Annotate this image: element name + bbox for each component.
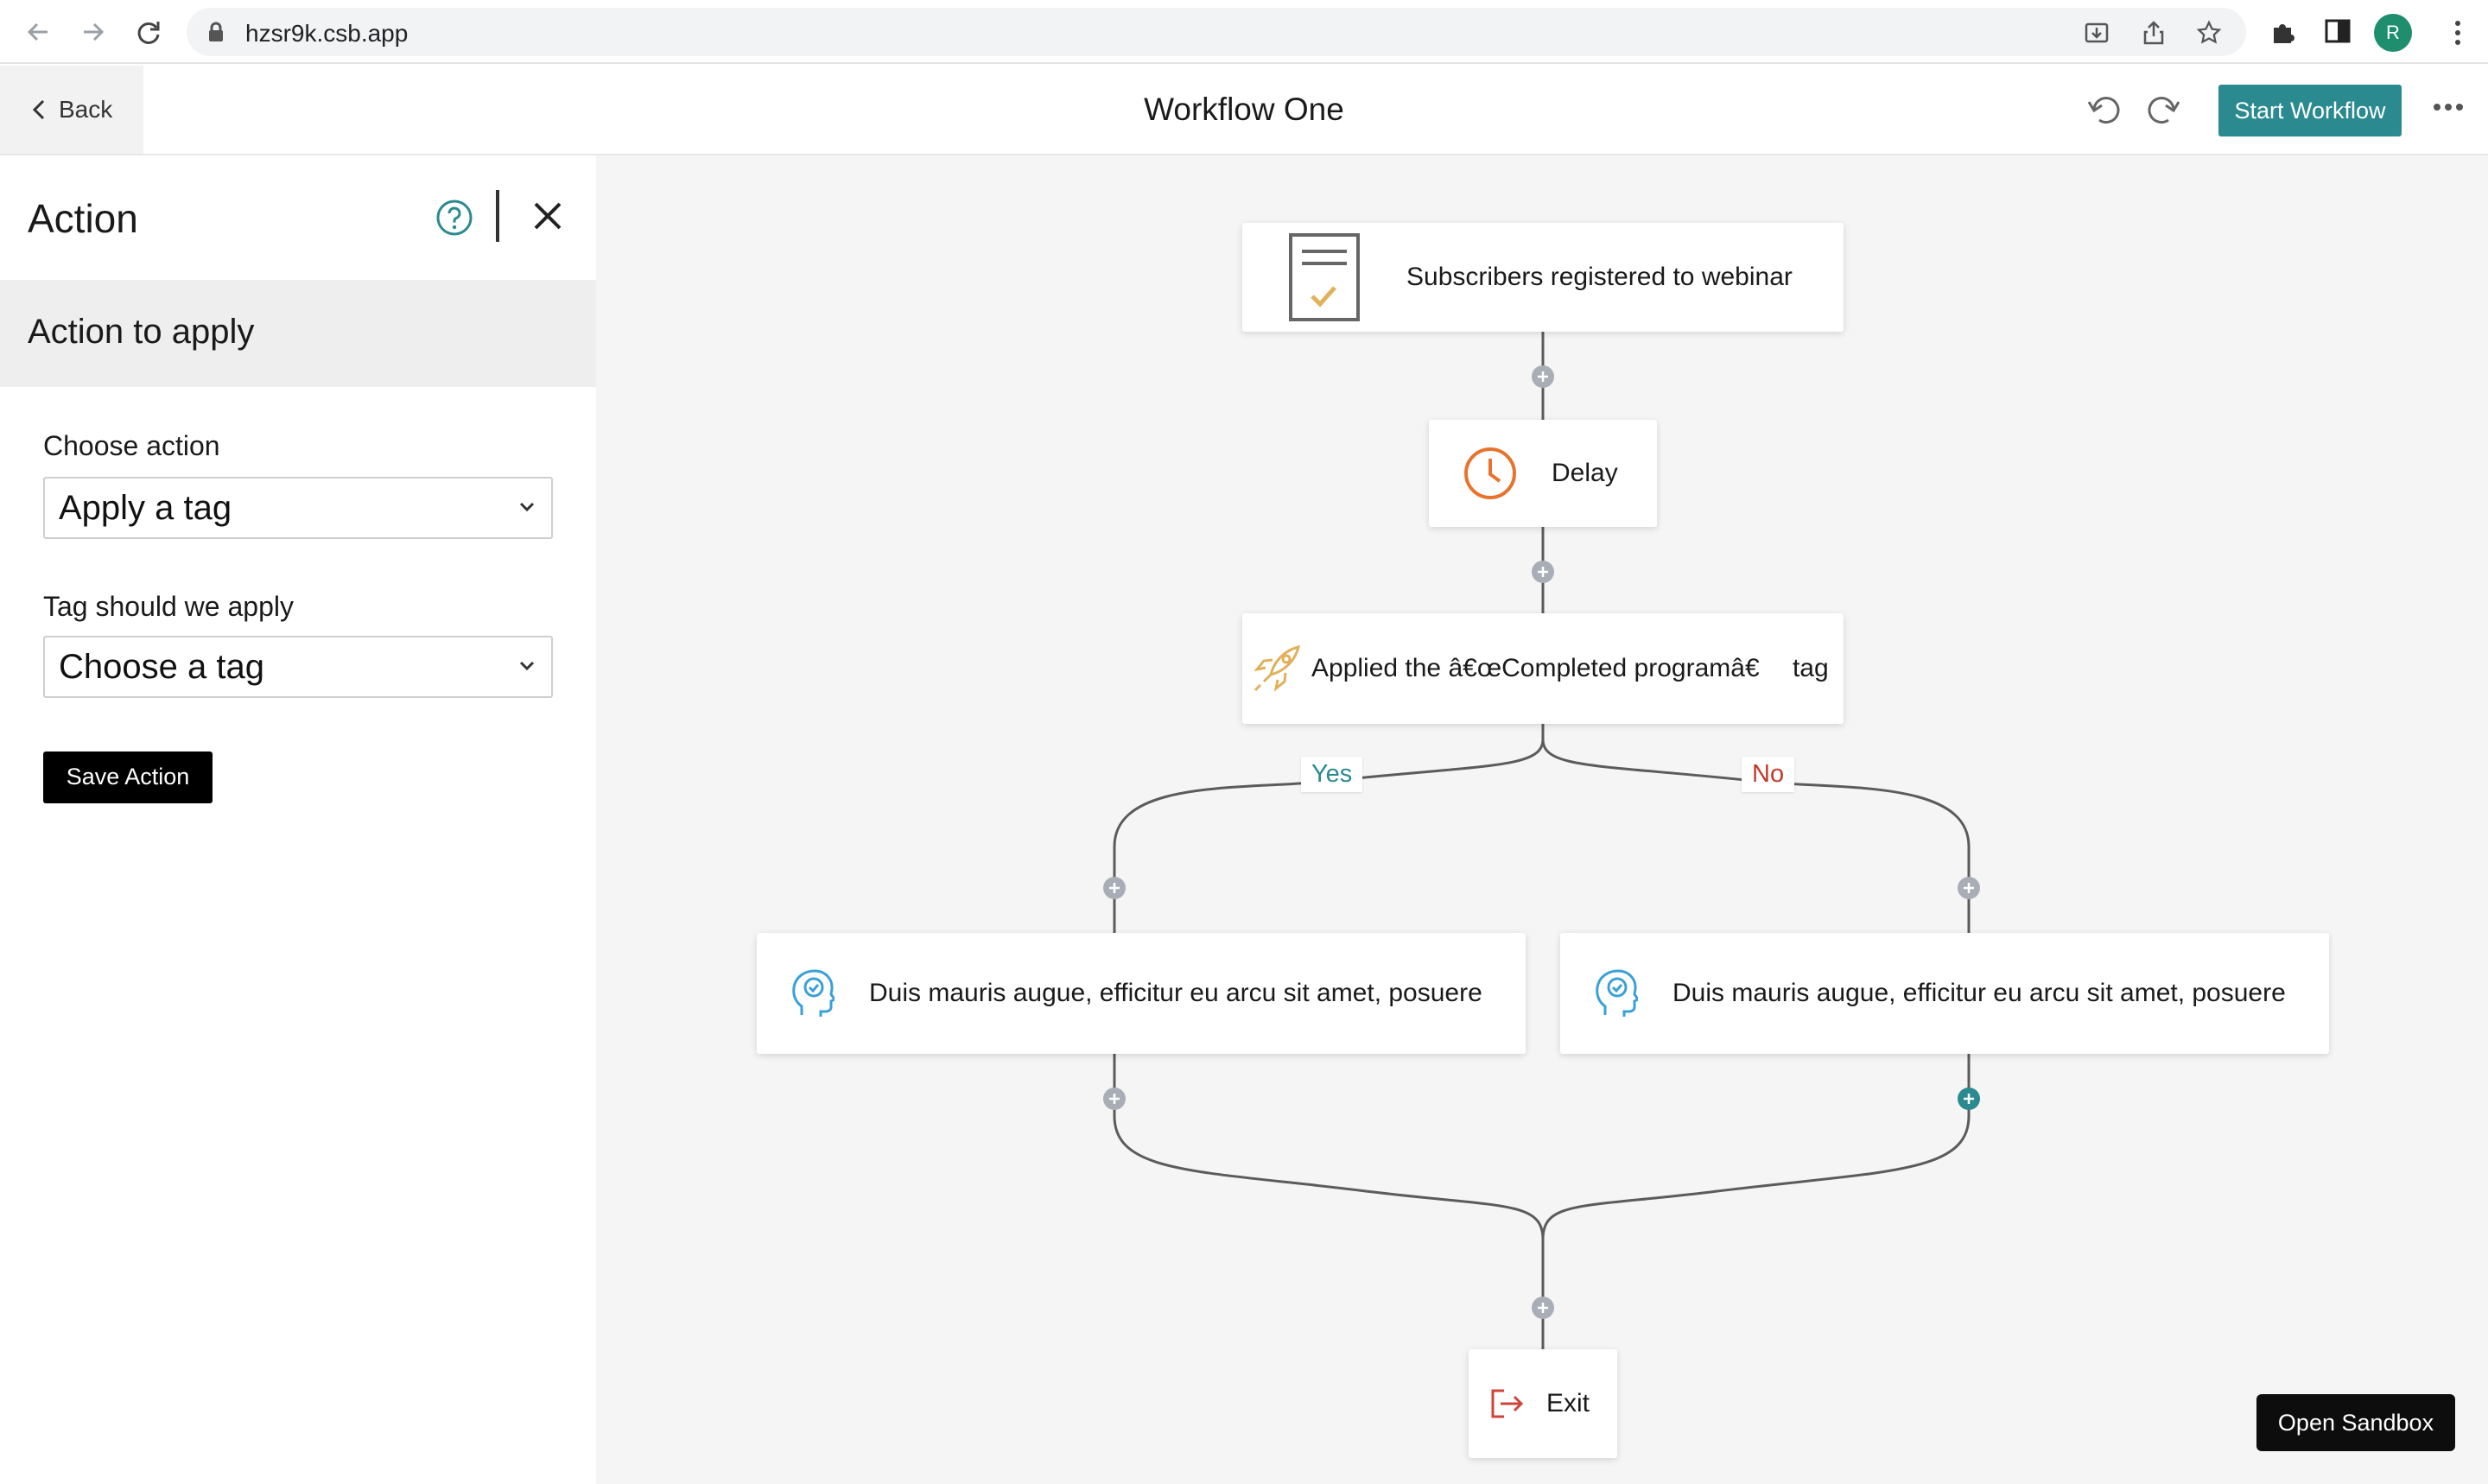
panel-title: Action: [28, 196, 138, 241]
add-step-icon[interactable]: [1103, 1088, 1126, 1110]
action-node[interactable]: Applied the â€œCompleted programâ€ tag: [1242, 613, 1844, 724]
trigger-node[interactable]: Subscribers registered to webinar: [1242, 223, 1844, 332]
add-step-icon[interactable]: [1103, 877, 1126, 899]
add-step-icon[interactable]: [1532, 365, 1554, 388]
browser-toolbar: hzsr9k.csb.app R: [0, 0, 2488, 64]
side-panel-icon[interactable]: [2324, 17, 2352, 49]
left-step-node[interactable]: Duis mauris augue, efficitur eu arcu sit…: [757, 933, 1526, 1054]
right-step-node[interactable]: Duis mauris augue, efficitur eu arcu sit…: [1560, 933, 2329, 1054]
branch-no-label: No: [1742, 757, 1795, 792]
delay-node[interactable]: Delay: [1429, 420, 1657, 527]
undo-icon[interactable]: [2085, 92, 2123, 130]
delay-label: Delay: [1552, 459, 1618, 487]
address-bar[interactable]: hzsr9k.csb.app: [187, 8, 2246, 56]
redo-icon[interactable]: [2144, 92, 2182, 130]
action-panel: Action Action to apply Choose action App…: [0, 155, 596, 1484]
help-icon[interactable]: [435, 199, 473, 241]
add-step-icon-active[interactable]: [1958, 1088, 1980, 1110]
action-label: Applied the â€œCompleted programâ€ tag: [1311, 654, 1829, 682]
divider: [496, 190, 499, 242]
branch-yes-label: Yes: [1301, 757, 1363, 792]
install-icon[interactable]: [2084, 20, 2110, 46]
browser-menu-icon[interactable]: [2453, 19, 2462, 51]
back-label: Back: [59, 96, 113, 123]
back-button[interactable]: Back: [0, 66, 143, 154]
close-icon[interactable]: [532, 200, 563, 236]
rocket-icon: [1242, 644, 1311, 694]
start-workflow-button[interactable]: Start Workflow: [2218, 85, 2402, 136]
exit-icon: [1469, 1388, 1546, 1419]
workflow-canvas: Subscribers registered to webinar Delay …: [596, 155, 2488, 1484]
add-step-icon[interactable]: [1532, 1297, 1554, 1319]
choose-action-select[interactable]: Apply a tag: [43, 477, 553, 539]
connector-lines: [1103, 332, 1980, 1350]
browser-back-icon[interactable]: [21, 15, 55, 49]
save-action-button[interactable]: Save Action: [43, 752, 213, 803]
chevron-down-icon: [519, 661, 535, 671]
head-check-icon: [1560, 968, 1672, 1018]
trigger-label: Subscribers registered to webinar: [1406, 263, 1793, 291]
profile-avatar[interactable]: R: [2374, 14, 2412, 52]
add-step-icon[interactable]: [1958, 877, 1980, 899]
open-sandbox-button[interactable]: Open Sandbox: [2256, 1394, 2455, 1451]
left-step-label: Duis mauris augue, efficitur eu arcu sit…: [869, 979, 1482, 1007]
add-step-icon[interactable]: [1532, 561, 1554, 583]
right-step-label: Duis mauris augue, efficitur eu arcu sit…: [1672, 979, 2286, 1007]
lock-icon: [207, 22, 225, 47]
tag-label: Tag should we apply: [43, 591, 294, 622]
exit-node[interactable]: Exit: [1469, 1349, 1617, 1458]
browser-forward-icon[interactable]: [76, 15, 111, 49]
more-options-icon[interactable]: [2433, 100, 2464, 116]
chevron-left-icon: [32, 99, 45, 120]
tag-select[interactable]: Choose a tag: [43, 636, 553, 698]
section-header: Action to apply: [0, 280, 596, 387]
choose-action-label: Choose action: [43, 430, 220, 461]
checklist-icon: [1242, 232, 1406, 322]
tag-value: Choose a tag: [59, 648, 264, 686]
share-icon[interactable]: [2141, 20, 2167, 46]
exit-label: Exit: [1546, 1389, 1590, 1417]
clock-icon: [1429, 447, 1552, 500]
extensions-icon[interactable]: [2269, 17, 2298, 51]
bookmark-star-icon[interactable]: [2196, 20, 2222, 46]
choose-action-value: Apply a tag: [59, 489, 232, 527]
chevron-down-icon: [519, 502, 535, 512]
browser-reload-icon[interactable]: [131, 15, 166, 49]
app-header: Back Workflow One Start Workflow: [0, 66, 2488, 155]
url-text: hzsr9k.csb.app: [245, 20, 409, 47]
head-check-icon: [757, 968, 869, 1018]
